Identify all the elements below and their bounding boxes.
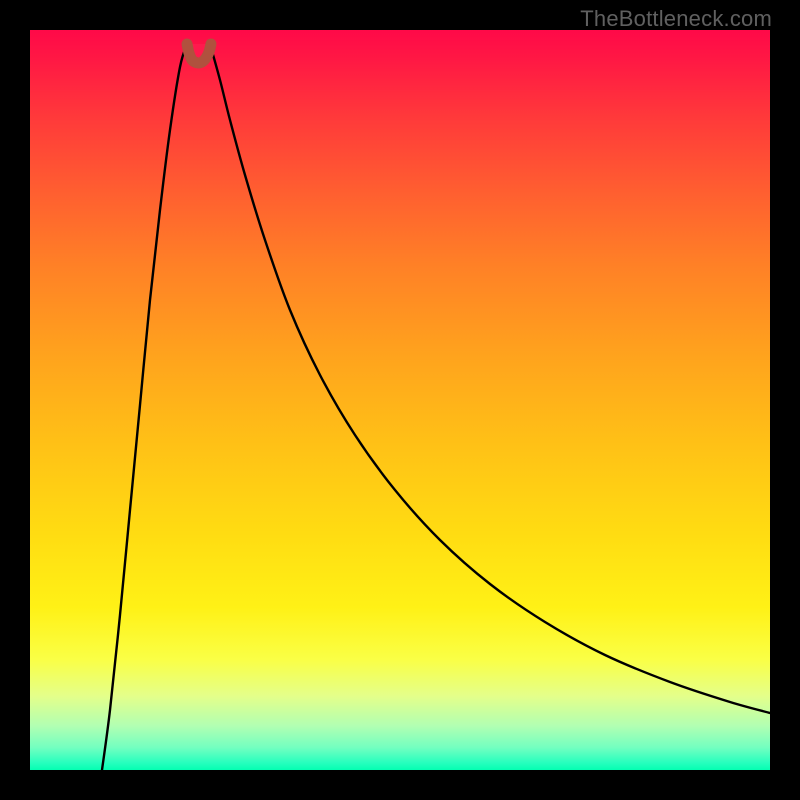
curve-bump: [187, 44, 211, 63]
watermark-text: TheBottleneck.com: [580, 6, 772, 32]
curve-layer: [30, 30, 770, 770]
plot-area: [30, 30, 770, 770]
curve-right-branch: [210, 44, 770, 713]
curve-left-branch: [102, 44, 187, 770]
chart-frame: TheBottleneck.com: [0, 0, 800, 800]
